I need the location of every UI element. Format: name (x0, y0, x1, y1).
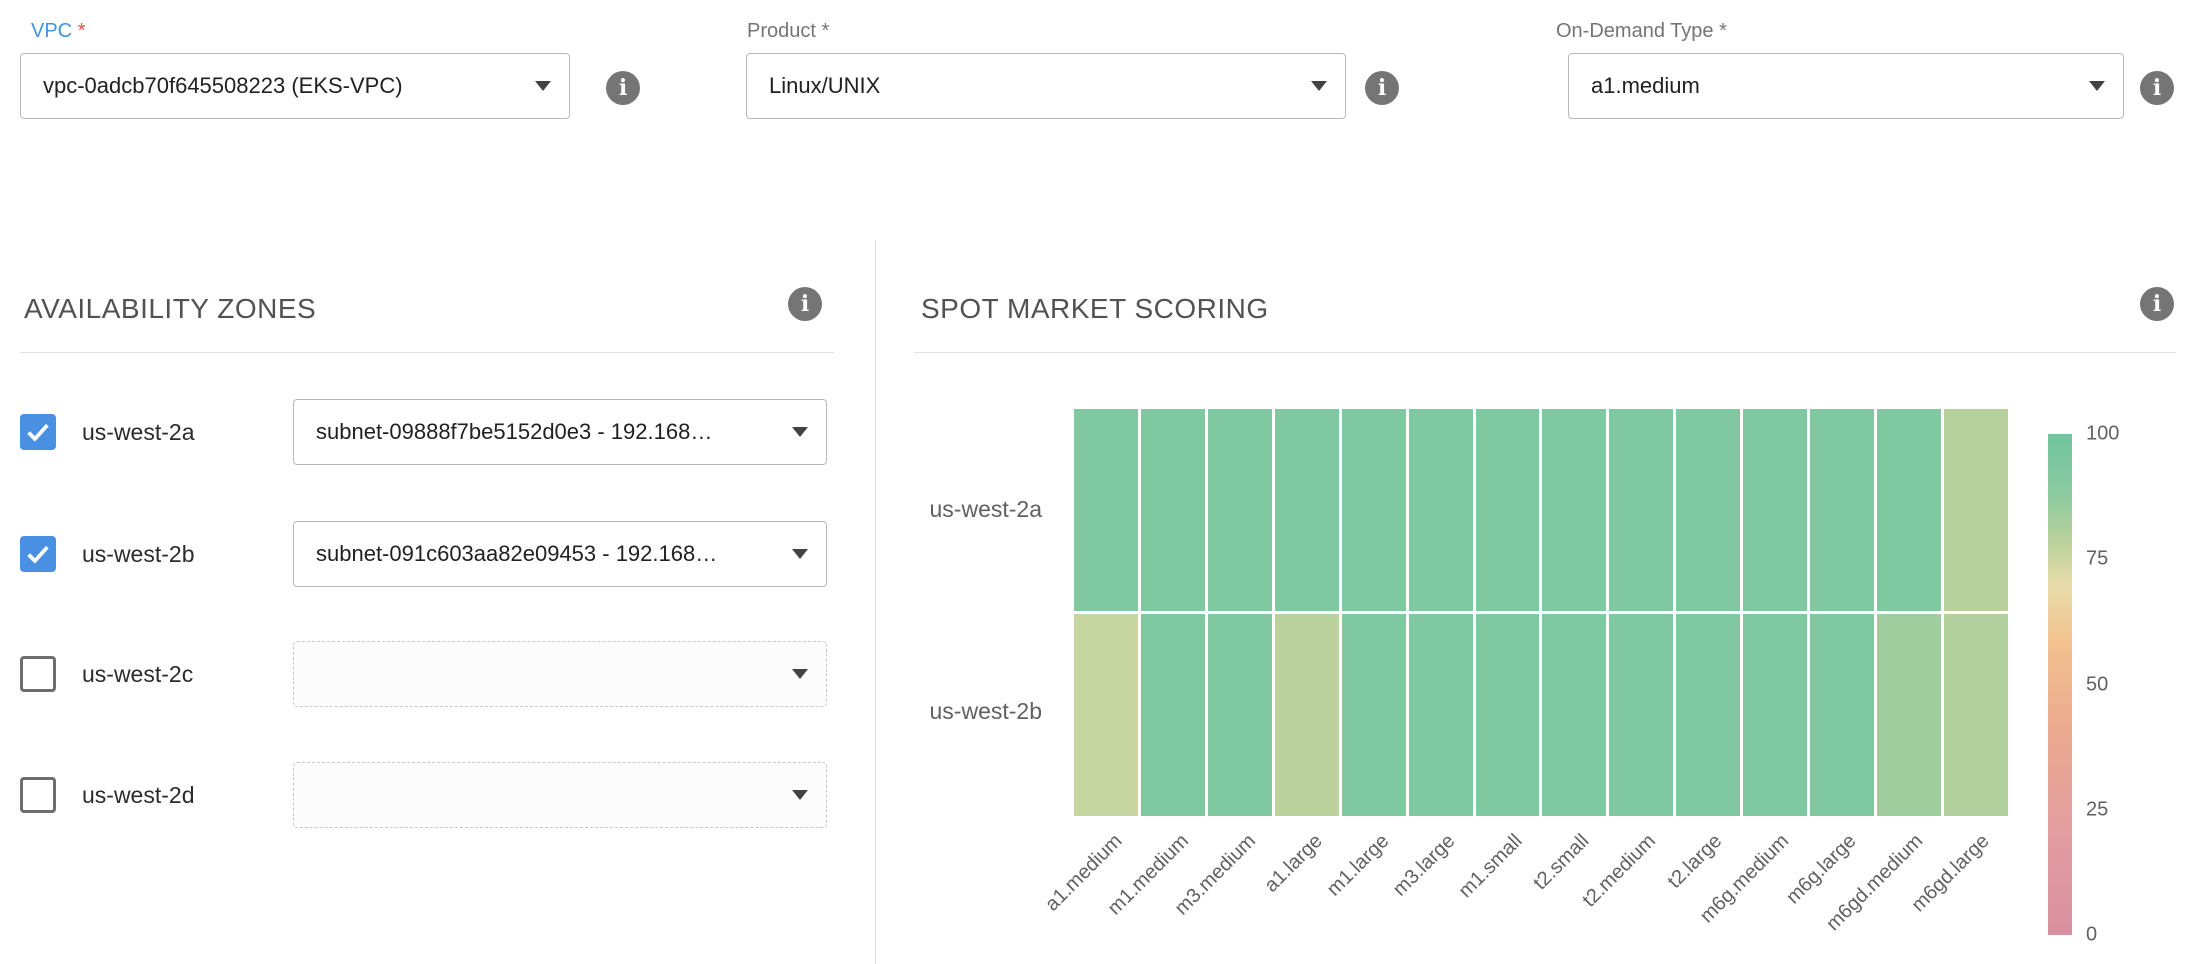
spot-market-scoring-divider (914, 352, 2176, 353)
heatmap-cell-us-west-2a-m6g.medium (1743, 409, 1807, 611)
heatmap-cell-us-west-2b-m6g.large (1810, 614, 1874, 816)
availability-zones-info-icon[interactable]: i (788, 287, 822, 321)
vpc-select-value: vpc-0adcb70f645508223 (EKS-VPC) (43, 73, 403, 99)
heatmap-cell-us-west-2b-m3.medium (1208, 614, 1272, 816)
zone-checkbox-us-west-2c[interactable] (20, 656, 56, 692)
on-demand-type-info-icon[interactable]: i (2140, 71, 2174, 105)
heatmap-x-axis: a1.mediumm1.mediumm3.mediuma1.largem1.la… (1074, 830, 2008, 964)
heatmap-cell-us-west-2a-m1.medium (1141, 409, 1205, 611)
colorbar-tick-75: 75 (2086, 548, 2108, 571)
zone-row-us-west-2d: us-west-2d (20, 762, 827, 828)
section-divider (875, 240, 876, 964)
heatmap-cell-us-west-2b-m6gd.large (1944, 614, 2008, 816)
heatmap-cell-us-west-2b-m3.large (1409, 614, 1473, 816)
chevron-down-icon (2089, 81, 2105, 91)
chevron-down-icon (535, 81, 551, 91)
chevron-down-icon (792, 427, 808, 437)
heatmap-cell-us-west-2b-t2.large (1676, 614, 1740, 816)
check-icon (23, 539, 53, 569)
subnet-select-us-west-2c[interactable] (293, 641, 827, 707)
zone-row-us-west-2b: us-west-2b subnet-091c603aa82e09453 - 192… (20, 521, 827, 587)
heatmap-cell-us-west-2b-m6g.medium (1743, 614, 1807, 816)
heatmap-cell-us-west-2a-m3.large (1409, 409, 1473, 611)
on-demand-type-required-mark: * (1719, 20, 1727, 42)
heatmap-y-label-us-west-2b: us-west-2b (862, 698, 1042, 725)
heatmap-cell-us-west-2a-a1.large (1275, 409, 1339, 611)
product-info-icon[interactable]: i (1365, 71, 1399, 105)
colorbar-tick-25: 25 (2086, 798, 2108, 821)
chevron-down-icon (792, 790, 808, 800)
heatmap-cell-us-west-2b-a1.large (1275, 614, 1339, 816)
heatmap-grid (1074, 409, 2008, 816)
heatmap-cell-us-west-2b-a1.medium (1074, 614, 1138, 816)
heatmap-cell-us-west-2a-m6gd.medium (1877, 409, 1941, 611)
zone-checkbox-us-west-2d[interactable] (20, 777, 56, 813)
zone-checkbox-us-west-2a[interactable] (20, 414, 56, 450)
heatmap-cell-us-west-2b-m6gd.medium (1877, 614, 1941, 816)
colorbar-tick-100: 100 (2086, 423, 2119, 446)
heatmap-colorbar (2048, 434, 2072, 935)
heatmap-cell-us-west-2b-t2.medium (1609, 614, 1673, 816)
spot-market-scoring-title: SPOT MARKET SCORING (921, 293, 1269, 325)
subnet-select-us-west-2a[interactable]: subnet-09888f7be5152d0e3 - 192.168… (293, 399, 827, 465)
zone-label-us-west-2a: us-west-2a (82, 419, 194, 446)
heatmap-cell-us-west-2b-m1.large (1342, 614, 1406, 816)
vpc-info-icon[interactable]: i (606, 71, 640, 105)
availability-zones-divider (20, 352, 834, 353)
heatmap-cell-us-west-2a-m1.small (1476, 409, 1540, 611)
product-select-value: Linux/UNIX (769, 73, 880, 99)
zone-checkbox-us-west-2b[interactable] (20, 536, 56, 572)
chevron-down-icon (792, 669, 808, 679)
zone-label-us-west-2b: us-west-2b (82, 541, 194, 568)
subnet-select-value: subnet-09888f7be5152d0e3 - 192.168… (316, 419, 712, 445)
subnet-select-value: subnet-091c603aa82e09453 - 192.168… (316, 541, 717, 567)
zone-row-us-west-2c: us-west-2c (20, 641, 827, 707)
product-required-mark: * (822, 20, 830, 42)
vpc-required-mark: * (78, 20, 86, 42)
on-demand-type-label: On-Demand Type * (1556, 20, 1727, 43)
subnet-select-us-west-2b[interactable]: subnet-091c603aa82e09453 - 192.168… (293, 521, 827, 587)
colorbar-tick-50: 50 (2086, 673, 2108, 696)
heatmap-cell-us-west-2a-t2.medium (1609, 409, 1673, 611)
vpc-label-text: VPC (31, 20, 72, 42)
zone-label-us-west-2c: us-west-2c (82, 661, 193, 688)
check-icon (23, 417, 53, 447)
spot-configuration-page: VPC * vpc-0adcb70f645508223 (EKS-VPC) i … (0, 0, 2196, 964)
on-demand-type-label-text: On-Demand Type (1556, 20, 1714, 42)
heatmap-cell-us-west-2a-m3.medium (1208, 409, 1272, 611)
product-select[interactable]: Linux/UNIX (746, 53, 1346, 119)
chevron-down-icon (1311, 81, 1327, 91)
vpc-select[interactable]: vpc-0adcb70f645508223 (EKS-VPC) (20, 53, 570, 119)
on-demand-type-select-value: a1.medium (1591, 73, 1700, 99)
spot-market-scoring-info-icon[interactable]: i (2140, 287, 2174, 321)
on-demand-type-select[interactable]: a1.medium (1568, 53, 2124, 119)
heatmap-cell-us-west-2b-m1.small (1476, 614, 1540, 816)
heatmap-cell-us-west-2a-m1.large (1342, 409, 1406, 611)
vpc-label: VPC * (31, 20, 85, 43)
heatmap-cell-us-west-2a-m6g.large (1810, 409, 1874, 611)
product-label: Product * (747, 20, 829, 43)
colorbar-tick-0: 0 (2086, 924, 2097, 947)
zone-row-us-west-2a: us-west-2a subnet-09888f7be5152d0e3 - 192… (20, 399, 827, 465)
heatmap-cell-us-west-2a-a1.medium (1074, 409, 1138, 611)
heatmap-cell-us-west-2a-t2.small (1542, 409, 1606, 611)
subnet-select-us-west-2d[interactable] (293, 762, 827, 828)
heatmap-cell-us-west-2a-m6gd.large (1944, 409, 2008, 611)
chevron-down-icon (792, 549, 808, 559)
heatmap-y-label-us-west-2a: us-west-2a (862, 496, 1042, 523)
product-label-text: Product (747, 20, 816, 42)
availability-zones-title: AVAILABILITY ZONES (24, 293, 316, 325)
heatmap-cell-us-west-2b-t2.small (1542, 614, 1606, 816)
heatmap-cell-us-west-2a-t2.large (1676, 409, 1740, 611)
zone-label-us-west-2d: us-west-2d (82, 782, 194, 809)
heatmap-cell-us-west-2b-m1.medium (1141, 614, 1205, 816)
